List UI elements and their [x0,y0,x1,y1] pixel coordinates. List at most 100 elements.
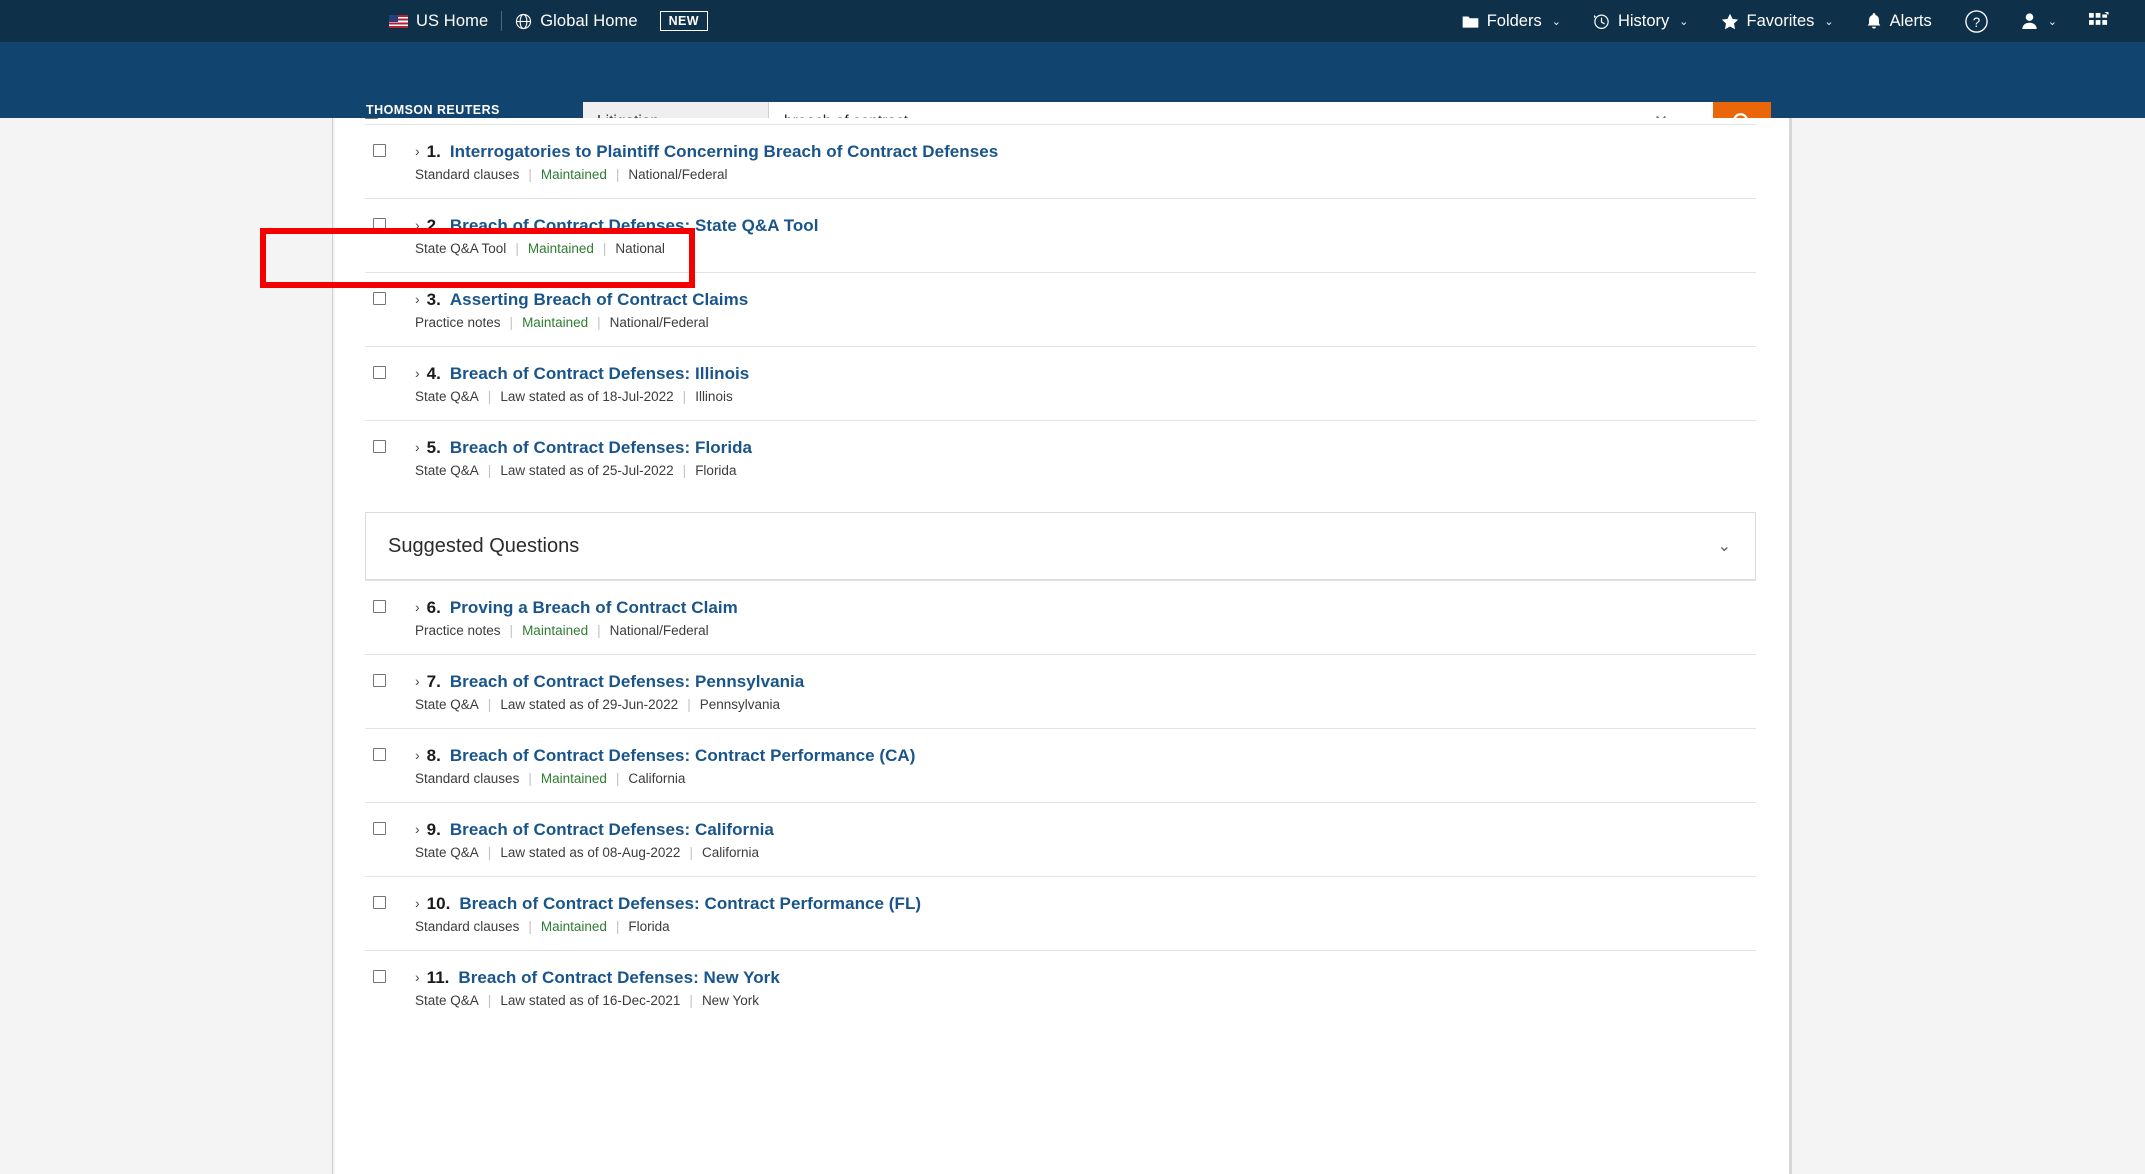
result-number: 9. [426,820,441,839]
divider: | [515,241,519,256]
result-status: Law stated as of 16-Dec-2021 [500,993,681,1008]
result-type: State Q&A [415,845,479,860]
clock-icon [1593,13,1610,30]
nav-folders[interactable]: Folders ⌄ [1446,0,1577,42]
nav-alerts[interactable]: Alerts [1850,0,1948,42]
divider: | [602,241,607,256]
result-jurisdiction: National/Federal [628,167,728,182]
result-meta: Standard clauses | Maintained | National… [415,167,1756,182]
result-meta: Practice notes | Maintained | National/F… [415,315,1756,330]
result-checkbox[interactable] [373,440,386,453]
table-row: › 11. Breach of Contract Defenses: New Y… [365,950,1756,1024]
divider: | [487,697,492,712]
results-list: › 1. Interrogatories to Plaintiff Concer… [335,124,1791,1024]
bell-icon [1866,12,1882,30]
selection-status: No items selected [509,118,624,120]
chevron-right-icon[interactable]: › [415,291,420,307]
result-status: Maintained [522,315,589,330]
result-number: 7. [426,672,441,691]
page-body: Select all items | No items selected › 1… [0,118,2145,1174]
result-title-link[interactable]: Breach of Contract Defenses: California [450,820,774,840]
divider: | [689,845,693,860]
result-checkbox[interactable] [373,748,386,761]
suggested-questions-panel[interactable]: Suggested Questions ⌄ [365,512,1756,580]
chevron-down-icon: ⌄ [1679,15,1689,28]
result-title-link[interactable]: Breach of Contract Defenses: State Q&A T… [450,216,819,236]
result-title-link[interactable]: Breach of Contract Defenses: Florida [450,438,752,458]
result-title-link[interactable]: Breach of Contract Defenses: Pennsylvani… [450,672,804,692]
result-jurisdiction: National/Federal [609,315,709,330]
result-jurisdiction: California [628,771,686,786]
divider: | [528,919,532,934]
global-home-label: Global Home [540,11,638,30]
select-all-checkbox[interactable] [365,118,378,119]
result-checkbox[interactable] [373,822,386,835]
question-circle-icon: ? [1964,9,1989,34]
result-number: 4. [426,364,441,383]
svg-text:?: ? [1973,14,1980,29]
chevron-right-icon[interactable]: › [415,747,420,763]
us-home-link[interactable]: US Home [376,0,501,42]
result-title-link[interactable]: Interrogatories to Plaintiff Concerning … [450,142,998,162]
divider: | [509,623,514,638]
result-status: Law stated as of 25-Jul-2022 [500,463,674,478]
result-checkbox[interactable] [373,366,386,379]
result-number: 3. [426,290,441,309]
chevron-right-icon[interactable]: › [415,969,420,985]
chevron-right-icon[interactable]: › [415,365,420,381]
result-status: Maintained [540,919,607,934]
result-title-line: › 2. Breach of Contract Defenses: State … [415,216,1756,236]
result-title-link[interactable]: Asserting Breach of Contract Claims [450,290,748,310]
chevron-right-icon[interactable]: › [415,821,420,837]
chevron-right-icon[interactable]: › [415,599,420,615]
result-jurisdiction: National/Federal [609,623,709,638]
result-checkbox[interactable] [373,970,386,983]
result-checkbox[interactable] [373,292,386,305]
chevron-down-icon[interactable]: ⌄ [1718,536,1731,556]
result-jurisdiction: Florida [628,919,670,934]
divider: | [615,167,620,182]
table-row: › 2. Breach of Contract Defenses: State … [365,198,1756,272]
us-home-label: US Home [416,11,489,30]
result-title-link[interactable]: Proving a Breach of Contract Claim [450,598,738,618]
result-checkbox[interactable] [373,600,386,613]
table-row: › 10. Breach of Contract Defenses: Contr… [365,876,1756,950]
top-right-nav: Folders ⌄ History ⌄ Favorites ⌄ Alerts ? [1446,0,2125,42]
result-number: 5. [426,438,441,457]
result-jurisdiction: Pennsylvania [699,697,781,712]
result-title-link[interactable]: Breach of Contract Defenses: Contract Pe… [450,746,916,766]
result-status: Maintained [522,623,589,638]
result-meta: State Q&A | Law stated as of 08-Aug-2022… [415,845,1756,860]
nav-history[interactable]: History ⌄ [1577,0,1705,42]
chevron-right-icon[interactable]: › [415,895,420,911]
result-checkbox[interactable] [373,896,386,909]
help-button[interactable]: ? [1948,0,2005,42]
divider: | [487,463,492,478]
top-utility-bar: US Home Global Home NEW Folders ⌄ Histor… [0,0,2145,42]
divider: | [682,389,687,404]
result-title-line: › 3. Asserting Breach of Contract Claims [415,290,1756,310]
result-title-link[interactable]: Breach of Contract Defenses: Contract Pe… [459,894,921,914]
result-checkbox[interactable] [373,674,386,687]
chevron-right-icon[interactable]: › [415,143,420,159]
result-title-line: › 9. Breach of Contract Defenses: Califo… [415,820,1756,840]
select-all-row[interactable]: Select all items | No items selected [365,118,625,120]
result-status: Law stated as of 29-Jun-2022 [500,697,679,712]
result-number: 1. [426,142,441,161]
result-checkbox[interactable] [373,144,386,157]
result-title-link[interactable]: Breach of Contract Defenses: New York [458,968,779,988]
result-checkbox[interactable] [373,218,386,231]
chevron-right-icon[interactable]: › [415,439,420,455]
chevron-right-icon[interactable]: › [415,673,420,689]
chevron-right-icon[interactable]: › [415,217,420,233]
divider: | [597,623,601,638]
apps-menu[interactable] [2073,0,2125,42]
divider: | [487,993,492,1008]
result-meta: State Q&A | Law stated as of 25-Jul-2022… [415,463,1756,478]
scrollbar-track[interactable] [1789,118,1792,1174]
global-home-link[interactable]: Global Home [502,0,650,42]
result-title-link[interactable]: Breach of Contract Defenses: Illinois [450,364,749,384]
account-menu[interactable]: ⌄ [2005,0,2073,42]
nav-favorites[interactable]: Favorites ⌄ [1705,0,1850,42]
result-number: 2. [426,216,441,235]
